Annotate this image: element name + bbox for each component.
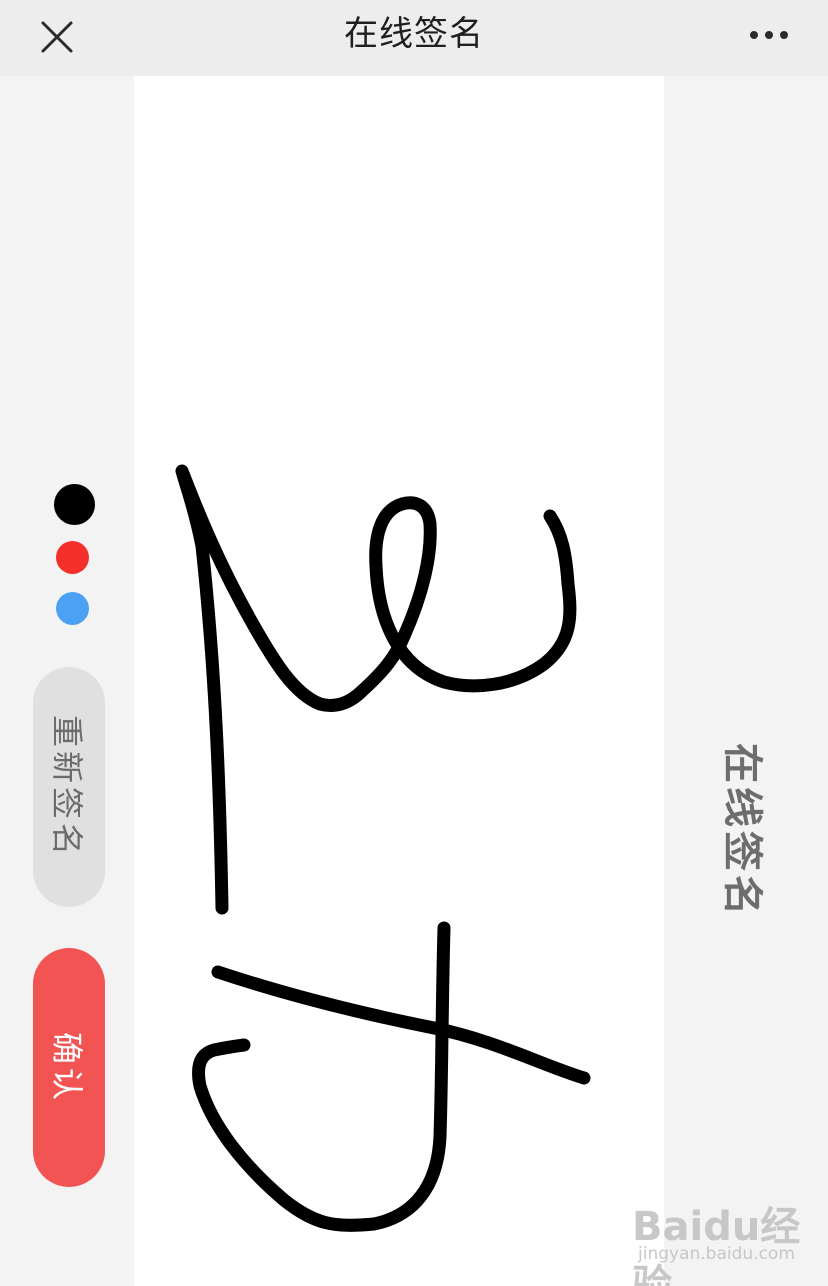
- reset-signature-label: 重新签名: [48, 714, 87, 860]
- side-title: 在线签名: [716, 736, 776, 926]
- watermark-brand: Baidu经验: [632, 1204, 801, 1286]
- more-dots-icon: [750, 31, 788, 39]
- color-black-option[interactable]: [54, 484, 95, 525]
- reset-signature-button[interactable]: 重新签名: [33, 667, 105, 907]
- side-title-text: 在线签名: [719, 743, 765, 919]
- color-red-option[interactable]: [56, 541, 89, 574]
- signature-canvas[interactable]: [134, 76, 664, 1286]
- signature-stroke: [369, 496, 577, 693]
- signature-stroke: [211, 965, 591, 1085]
- baidu-watermark: Baidu经验 jingyan.baidu.com: [632, 1194, 822, 1286]
- page-title: 在线签名: [344, 14, 484, 54]
- signature-stroke: [175, 464, 411, 915]
- confirm-label: 确认: [48, 1031, 87, 1104]
- signature-strokes: [175, 464, 591, 1232]
- top-navigation-bar: 在线签名: [0, 0, 828, 76]
- more-button[interactable]: [734, 8, 804, 62]
- confirm-button[interactable]: 确认: [33, 948, 105, 1187]
- color-blue-option[interactable]: [56, 592, 89, 625]
- watermark-url: jingyan.baidu.com: [638, 1244, 795, 1264]
- signature-toolbar: 重新签名 确认: [0, 76, 134, 1286]
- side-panel: 在线签名: [664, 76, 828, 1286]
- signature-page: 在线签名 重新签名 确认 在线签名 Baidu经验 jingyan.baidu.…: [0, 0, 828, 1286]
